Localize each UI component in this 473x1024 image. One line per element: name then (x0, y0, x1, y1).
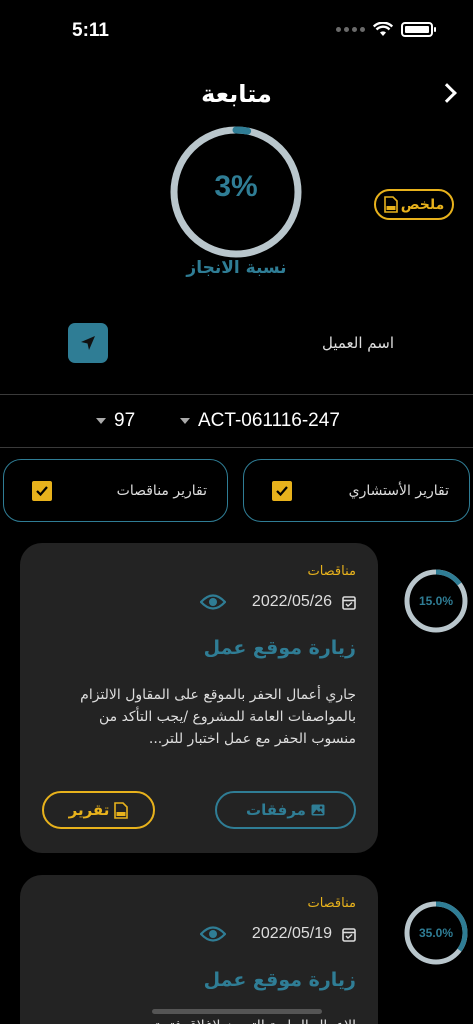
client-name-label: اسم العميل (322, 334, 395, 352)
eye-icon[interactable] (199, 593, 226, 611)
report-title: زيارة موقع عمل (203, 969, 356, 991)
report-title: زيارة موقع عمل (203, 637, 356, 659)
checkbox-checked-icon[interactable] (272, 480, 292, 501)
report-card[interactable]: مناقصات 2022/05/26 زيارة موقع عمل جاري أ… (20, 543, 378, 853)
number-value: 97 (114, 410, 136, 431)
report-progress-percent: 15.0% (418, 594, 454, 608)
page-title: متابعة (201, 80, 272, 108)
report-body: الاعمال الجارية التجهيز لاغلاق فتحة (76, 1015, 356, 1024)
caret-down-icon (180, 418, 190, 424)
status-icons (336, 22, 436, 37)
checkbox-checked-icon[interactable] (32, 480, 52, 501)
report-date: 2022/05/19 (251, 925, 332, 942)
activity-dropdown[interactable]: ACT-061116-247 (180, 410, 340, 432)
filter-consultant-reports[interactable]: تقارير الأستشاري (243, 459, 470, 522)
calendar-icon (342, 927, 356, 942)
navigation-arrow-icon (81, 336, 95, 350)
summary-button[interactable]: ملخص (374, 189, 454, 220)
status-time: 5:11 (72, 20, 109, 41)
battery-icon (401, 22, 436, 37)
pdf-icon (114, 801, 129, 819)
number-dropdown[interactable]: 97 (96, 410, 135, 432)
activity-value: ACT-061116-247 (198, 410, 340, 431)
report-category: مناقصات (307, 564, 356, 579)
pdf-icon (383, 196, 398, 213)
attachments-button[interactable]: مرفقات (215, 791, 356, 829)
wifi-icon (373, 22, 393, 36)
image-icon (311, 804, 325, 816)
calendar-icon (342, 595, 356, 610)
divider (0, 447, 473, 448)
report-date-row: 2022/05/26 (199, 593, 356, 611)
progress-label: نسبة الانجاز (186, 258, 287, 278)
eye-icon[interactable] (199, 925, 226, 943)
report-progress-percent: 35.0% (418, 926, 454, 940)
progress-percent: 3% (214, 170, 258, 203)
report-body: جاري أعمال الحفر بالموقع على المقاول الا… (80, 687, 356, 747)
filter-label: تقارير الأستشاري (348, 482, 449, 499)
report-pdf-button[interactable]: تقرير (42, 791, 155, 829)
home-indicator[interactable] (152, 1009, 322, 1014)
report-date: 2022/05/26 (251, 593, 332, 610)
report-date-row: 2022/05/19 (199, 925, 356, 943)
report-button-label: تقرير (68, 801, 110, 819)
location-button[interactable] (68, 323, 108, 363)
filter-tender-reports[interactable]: تقارير مناقصات (3, 459, 228, 522)
report-category: مناقصات (307, 896, 356, 911)
attachments-label: مرفقات (246, 801, 306, 819)
caret-down-icon (96, 418, 106, 424)
filter-label: تقارير مناقصات (116, 482, 207, 499)
report-card[interactable]: مناقصات 2022/05/19 زيارة موقع عمل الاعما… (20, 875, 378, 1024)
signal-icon (336, 27, 365, 32)
summary-button-label: ملخص (400, 196, 445, 213)
divider (0, 394, 473, 395)
